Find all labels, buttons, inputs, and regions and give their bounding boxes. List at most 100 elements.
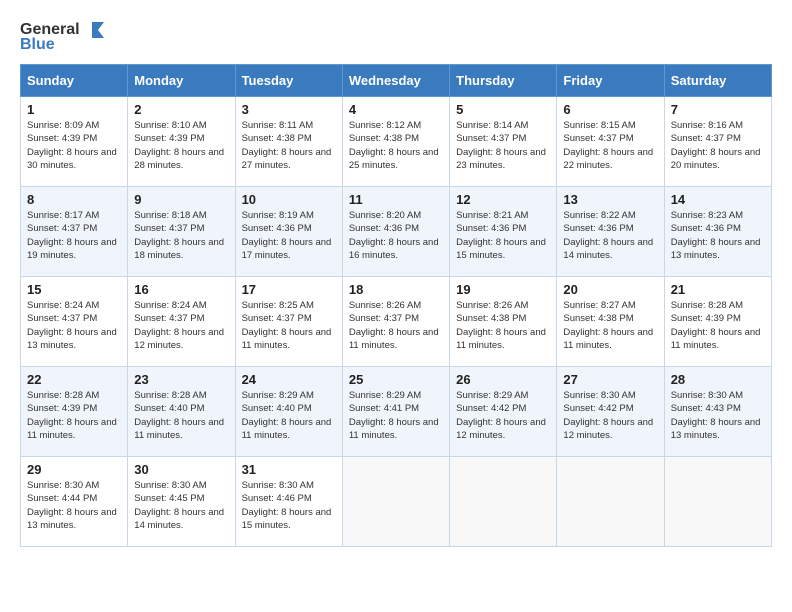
day-info: Sunrise: 8:18 AMSunset: 4:37 PMDaylight:… xyxy=(134,209,228,262)
calendar-cell: 22Sunrise: 8:28 AMSunset: 4:39 PMDayligh… xyxy=(21,367,128,457)
day-number: 3 xyxy=(242,102,336,117)
page-header: General Blue xyxy=(20,20,772,54)
day-number: 26 xyxy=(456,372,550,387)
day-number: 15 xyxy=(27,282,121,297)
calendar-cell xyxy=(342,457,449,547)
day-info: Sunrise: 8:14 AMSunset: 4:37 PMDaylight:… xyxy=(456,119,550,172)
day-info: Sunrise: 8:22 AMSunset: 4:36 PMDaylight:… xyxy=(563,209,657,262)
calendar-cell: 26 Sunrise: 8:29 AMSunset: 4:42 PMDayligh… xyxy=(450,367,557,457)
day-number: 9 xyxy=(134,192,228,207)
day-number: 25 xyxy=(349,372,443,387)
column-header-wednesday: Wednesday xyxy=(342,65,449,97)
logo-blue: Blue xyxy=(20,36,55,54)
day-number: 30 xyxy=(134,462,228,477)
calendar-cell: 5 Sunrise: 8:14 AMSunset: 4:37 PMDaylight… xyxy=(450,97,557,187)
column-header-sunday: Sunday xyxy=(21,65,128,97)
day-number: 13 xyxy=(563,192,657,207)
calendar-cell: 7Sunrise: 8:16 AMSunset: 4:37 PMDaylight… xyxy=(664,97,771,187)
calendar-cell: 18Sunrise: 8:26 AMSunset: 4:37 PMDayligh… xyxy=(342,277,449,367)
day-number: 14 xyxy=(671,192,765,207)
day-number: 21 xyxy=(671,282,765,297)
day-info: Sunrise: 8:29 AMSunset: 4:42 PMDaylight:… xyxy=(456,389,550,442)
calendar-cell: 8 Sunrise: 8:17 AMSunset: 4:37 PMDaylight… xyxy=(21,187,128,277)
calendar-cell: 31 Sunrise: 8:30 AMSunset: 4:46 PMDayligh… xyxy=(235,457,342,547)
column-header-monday: Monday xyxy=(128,65,235,97)
day-info: Sunrise: 8:20 AMSunset: 4:36 PMDaylight:… xyxy=(349,209,443,262)
calendar-week-row: 29 Sunrise: 8:30 AMSunset: 4:44 PMDayligh… xyxy=(21,457,772,547)
day-info: Sunrise: 8:12 AMSunset: 4:38 PMDaylight:… xyxy=(349,119,443,172)
calendar-cell: 23 Sunrise: 8:28 AMSunset: 4:40 PMDayligh… xyxy=(128,367,235,457)
day-number: 27 xyxy=(563,372,657,387)
day-number: 28 xyxy=(671,372,765,387)
day-info: Sunrise: 8:30 AMSunset: 4:43 PMDaylight:… xyxy=(671,389,765,442)
day-number: 19 xyxy=(456,282,550,297)
day-info: Sunrise: 8:28 AMSunset: 4:39 PMDaylight:… xyxy=(671,299,765,352)
day-info: Sunrise: 8:17 AMSunset: 4:37 PMDaylight:… xyxy=(27,209,121,262)
calendar-cell: 10 Sunrise: 8:19 AMSunset: 4:36 PMDayligh… xyxy=(235,187,342,277)
day-info: Sunrise: 8:30 AMSunset: 4:42 PMDaylight:… xyxy=(563,389,657,442)
calendar-cell xyxy=(664,457,771,547)
calendar-cell: 14 Sunrise: 8:23 AMSunset: 4:36 PMDayligh… xyxy=(664,187,771,277)
day-info: Sunrise: 8:23 AMSunset: 4:36 PMDaylight:… xyxy=(671,209,765,262)
calendar-header-row: SundayMondayTuesdayWednesdayThursdayFrid… xyxy=(21,65,772,97)
calendar-cell: 16 Sunrise: 8:24 AMSunset: 4:37 PMDayligh… xyxy=(128,277,235,367)
day-info: Sunrise: 8:15 AMSunset: 4:37 PMDaylight:… xyxy=(563,119,657,172)
day-number: 4 xyxy=(349,102,443,117)
calendar-week-row: 22Sunrise: 8:28 AMSunset: 4:39 PMDayligh… xyxy=(21,367,772,457)
day-info: Sunrise: 8:30 AMSunset: 4:44 PMDaylight:… xyxy=(27,479,121,532)
day-number: 29 xyxy=(27,462,121,477)
calendar-cell: 28 Sunrise: 8:30 AMSunset: 4:43 PMDayligh… xyxy=(664,367,771,457)
column-header-saturday: Saturday xyxy=(664,65,771,97)
column-header-thursday: Thursday xyxy=(450,65,557,97)
calendar-cell: 9 Sunrise: 8:18 AMSunset: 4:37 PMDaylight… xyxy=(128,187,235,277)
calendar-cell xyxy=(450,457,557,547)
calendar-cell: 30 Sunrise: 8:30 AMSunset: 4:45 PMDayligh… xyxy=(128,457,235,547)
day-info: Sunrise: 8:10 AMSunset: 4:39 PMDaylight:… xyxy=(134,119,228,172)
day-number: 20 xyxy=(563,282,657,297)
day-number: 6 xyxy=(563,102,657,117)
day-info: Sunrise: 8:09 AMSunset: 4:39 PMDaylight:… xyxy=(27,119,121,172)
day-info: Sunrise: 8:11 AMSunset: 4:38 PMDaylight:… xyxy=(242,119,336,172)
day-number: 31 xyxy=(242,462,336,477)
calendar-cell: 4 Sunrise: 8:12 AMSunset: 4:38 PMDaylight… xyxy=(342,97,449,187)
calendar-table: SundayMondayTuesdayWednesdayThursdayFrid… xyxy=(20,64,772,547)
calendar-cell: 27 Sunrise: 8:30 AMSunset: 4:42 PMDayligh… xyxy=(557,367,664,457)
day-info: Sunrise: 8:30 AMSunset: 4:46 PMDaylight:… xyxy=(242,479,336,532)
logo: General Blue xyxy=(20,20,104,54)
day-number: 8 xyxy=(27,192,121,207)
column-header-tuesday: Tuesday xyxy=(235,65,342,97)
day-info: Sunrise: 8:26 AMSunset: 4:38 PMDaylight:… xyxy=(456,299,550,352)
calendar-cell: 12Sunrise: 8:21 AMSunset: 4:36 PMDayligh… xyxy=(450,187,557,277)
calendar-cell: 20 Sunrise: 8:27 AMSunset: 4:38 PMDayligh… xyxy=(557,277,664,367)
day-info: Sunrise: 8:16 AMSunset: 4:37 PMDaylight:… xyxy=(671,119,765,172)
calendar-cell: 15Sunrise: 8:24 AMSunset: 4:37 PMDayligh… xyxy=(21,277,128,367)
day-info: Sunrise: 8:24 AMSunset: 4:37 PMDaylight:… xyxy=(134,299,228,352)
day-info: Sunrise: 8:28 AMSunset: 4:40 PMDaylight:… xyxy=(134,389,228,442)
day-number: 10 xyxy=(242,192,336,207)
day-number: 5 xyxy=(456,102,550,117)
day-info: Sunrise: 8:29 AMSunset: 4:40 PMDaylight:… xyxy=(242,389,336,442)
day-info: Sunrise: 8:19 AMSunset: 4:36 PMDaylight:… xyxy=(242,209,336,262)
calendar-cell: 11 Sunrise: 8:20 AMSunset: 4:36 PMDayligh… xyxy=(342,187,449,277)
day-number: 12 xyxy=(456,192,550,207)
calendar-week-row: 8 Sunrise: 8:17 AMSunset: 4:37 PMDaylight… xyxy=(21,187,772,277)
day-info: Sunrise: 8:25 AMSunset: 4:37 PMDaylight:… xyxy=(242,299,336,352)
day-number: 22 xyxy=(27,372,121,387)
logo-flag-icon xyxy=(82,20,104,40)
day-number: 1 xyxy=(27,102,121,117)
day-number: 17 xyxy=(242,282,336,297)
calendar-cell: 13 Sunrise: 8:22 AMSunset: 4:36 PMDayligh… xyxy=(557,187,664,277)
calendar-cell: 24 Sunrise: 8:29 AMSunset: 4:40 PMDayligh… xyxy=(235,367,342,457)
day-info: Sunrise: 8:30 AMSunset: 4:45 PMDaylight:… xyxy=(134,479,228,532)
day-info: Sunrise: 8:26 AMSunset: 4:37 PMDaylight:… xyxy=(349,299,443,352)
day-number: 11 xyxy=(349,192,443,207)
calendar-cell: 29 Sunrise: 8:30 AMSunset: 4:44 PMDayligh… xyxy=(21,457,128,547)
calendar-cell xyxy=(557,457,664,547)
calendar-week-row: 1 Sunrise: 8:09 AMSunset: 4:39 PMDaylight… xyxy=(21,97,772,187)
day-number: 23 xyxy=(134,372,228,387)
calendar-cell: 3 Sunrise: 8:11 AMSunset: 4:38 PMDaylight… xyxy=(235,97,342,187)
day-number: 24 xyxy=(242,372,336,387)
day-number: 16 xyxy=(134,282,228,297)
day-info: Sunrise: 8:27 AMSunset: 4:38 PMDaylight:… xyxy=(563,299,657,352)
calendar-cell: 21 Sunrise: 8:28 AMSunset: 4:39 PMDayligh… xyxy=(664,277,771,367)
